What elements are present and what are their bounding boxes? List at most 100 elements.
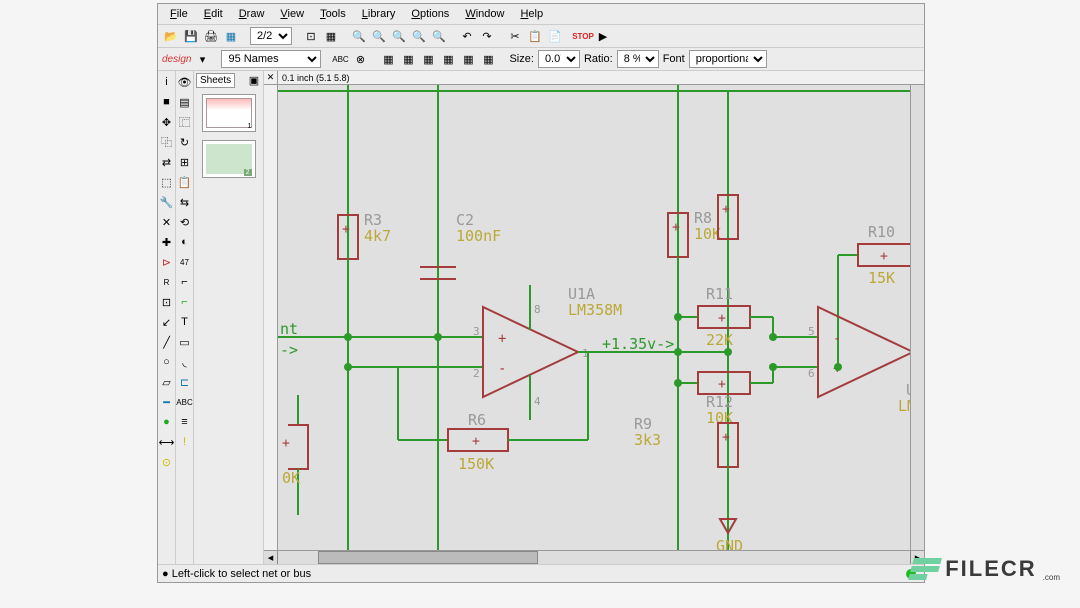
rect-icon[interactable]: ▭ (176, 333, 194, 351)
align-cc-icon[interactable]: ▦ (459, 50, 477, 68)
sheet-thumb-2[interactable]: 2 (202, 140, 256, 178)
smash2-icon[interactable]: ⊡ (158, 293, 176, 311)
svg-text:nt: nt (280, 320, 298, 338)
change-icon[interactable]: 🔧 (158, 193, 176, 211)
sheet-thumb-1[interactable]: 1 (202, 94, 256, 132)
dim-icon[interactable]: ⟷ (158, 433, 176, 451)
mirror-icon[interactable]: ⇄ (158, 153, 176, 171)
tool-b3-icon[interactable]: ⿸ (176, 113, 194, 131)
circle-icon[interactable]: ○ (158, 353, 176, 371)
info-icon[interactable]: i (158, 73, 176, 91)
attr-icon[interactable]: ≡ (176, 413, 194, 431)
toolbar-main: 📂 💾 🖨 ▦ 2/2 ⊡ ▦ 🔍 🔍 🔍 🔍 🔍 ↶ ↷ ✂ 📋 📄 STOP… (158, 25, 924, 48)
eye-icon[interactable]: 👁 (176, 73, 194, 91)
svg-text:-: - (498, 361, 506, 377)
tool-b5-icon[interactable]: ⊞ (176, 153, 194, 171)
poly-icon[interactable]: ▱ (158, 373, 176, 391)
align-tr-icon[interactable]: ▦ (419, 50, 437, 68)
add-part-icon[interactable]: ✚ (158, 233, 176, 251)
menu-library[interactable]: Library (354, 6, 404, 22)
zoom-select-icon[interactable]: 🔍 (430, 27, 448, 45)
svg-text:R10: R10 (868, 223, 895, 241)
ruler-horizontal[interactable]: 0.1 inch (5.1 5.8) (278, 71, 924, 85)
sheet-select[interactable]: 2/2 (250, 27, 292, 45)
group-icon[interactable]: ⬚ (158, 173, 176, 191)
errors-icon[interactable]: ! (176, 433, 194, 451)
menu-view[interactable]: View (272, 6, 312, 22)
gate-icon[interactable]: ⊳ (158, 253, 176, 271)
wire-icon[interactable]: ╱ (158, 333, 176, 351)
arc-icon[interactable]: ◟ (176, 353, 194, 371)
move-icon[interactable]: ✥ (158, 113, 176, 131)
align-tl-icon[interactable]: ▦ (379, 50, 397, 68)
paste-icon[interactable]: 📄 (546, 27, 564, 45)
svg-text:4k7: 4k7 (364, 227, 391, 245)
copy-icon[interactable]: 📋 (526, 27, 544, 45)
invoke-icon[interactable]: ◐ (176, 233, 194, 251)
align-cr-icon[interactable]: ▦ (479, 50, 497, 68)
bus2-icon[interactable]: ⊏ (176, 373, 194, 391)
smash-icon[interactable]: ABC (331, 50, 349, 68)
scrollbar-horizontal[interactable]: ◂ ▸ (264, 550, 924, 564)
ruler-origin-icon[interactable]: ✕ (264, 71, 278, 85)
sheets-tab[interactable]: Sheets (196, 73, 235, 88)
go-icon[interactable]: ▶ (594, 27, 612, 45)
designlink-icon[interactable]: ▾ (193, 50, 211, 68)
scrollbar-vertical[interactable] (910, 85, 924, 550)
font-label: Font (661, 53, 687, 65)
delete-icon[interactable]: ✕ (158, 213, 176, 231)
bus-icon[interactable]: ━ (158, 393, 176, 411)
text-icon[interactable]: T (176, 313, 194, 331)
font-select[interactable]: proportional (689, 50, 767, 68)
rotate-icon[interactable]: ↻ (176, 133, 194, 151)
svg-text:+: + (472, 434, 480, 449)
menu-file[interactable]: File (162, 6, 196, 22)
pinswap-icon[interactable]: ⇆ (176, 193, 194, 211)
menu-draw[interactable]: Draw (231, 6, 273, 22)
zoom-redraw-icon[interactable]: 🔍 (410, 27, 428, 45)
ratio-select[interactable]: 8 % (617, 50, 659, 68)
menu-help[interactable]: Help (512, 6, 551, 22)
stop-icon[interactable]: STOP (574, 27, 592, 45)
svg-text:6: 6 (808, 367, 815, 380)
netclass-select[interactable]: 95 Names (221, 50, 321, 68)
junction-icon[interactable]: ● (158, 413, 176, 431)
label-icon[interactable]: ABC (176, 393, 194, 411)
sheets-collapse-icon[interactable]: ▣ (245, 72, 263, 90)
replace-icon[interactable]: ⟲ (176, 213, 194, 231)
layer-icon[interactable]: ▤ (176, 93, 194, 111)
menu-edit[interactable]: Edit (196, 6, 231, 22)
unsmash-icon[interactable]: ⊗ (351, 50, 369, 68)
erc-icon[interactable]: ⊙ (158, 453, 176, 471)
redo-icon[interactable]: ↷ (478, 27, 496, 45)
ruler-vertical[interactable] (264, 85, 278, 550)
tool-use-icon[interactable]: ⊡ (302, 27, 320, 45)
copy2-icon[interactable]: ⿻ (158, 133, 176, 151)
cut-icon[interactable]: ✂ (506, 27, 524, 45)
show-icon[interactable]: ■ (158, 93, 176, 111)
undo-icon[interactable]: ↶ (458, 27, 476, 45)
size-select[interactable]: 0.07 (538, 50, 580, 68)
menu-window[interactable]: Window (457, 6, 512, 22)
component-r11: + R11 22K (674, 285, 773, 349)
zoom-fit-icon[interactable]: 🔍 (350, 27, 368, 45)
open-icon[interactable]: 📂 (162, 27, 180, 45)
align-cl-icon[interactable]: ▦ (439, 50, 457, 68)
size-label: Size: (507, 53, 535, 65)
schematic-canvas[interactable]: nt -> + R3 4k7 (278, 85, 910, 550)
print-icon[interactable]: 🖨 (202, 27, 220, 45)
zoom-in-icon[interactable]: 🔍 (370, 27, 388, 45)
menu-tools[interactable]: Tools (312, 6, 354, 22)
tool-add-icon[interactable]: ▦ (322, 27, 340, 45)
save-icon[interactable]: 💾 (182, 27, 200, 45)
miter-icon[interactable]: ⌐ (176, 273, 194, 291)
paste2-icon[interactable]: 📋 (176, 173, 194, 191)
net-icon[interactable]: ⌐ (176, 293, 194, 311)
menu-options[interactable]: Options (403, 6, 457, 22)
name-icon[interactable]: R (158, 273, 176, 291)
board-icon[interactable]: ▦ (222, 27, 240, 45)
align-tc-icon[interactable]: ▦ (399, 50, 417, 68)
value-icon[interactable]: 47 (176, 253, 194, 271)
split-icon[interactable]: ↙ (158, 313, 176, 331)
zoom-out-icon[interactable]: 🔍 (390, 27, 408, 45)
